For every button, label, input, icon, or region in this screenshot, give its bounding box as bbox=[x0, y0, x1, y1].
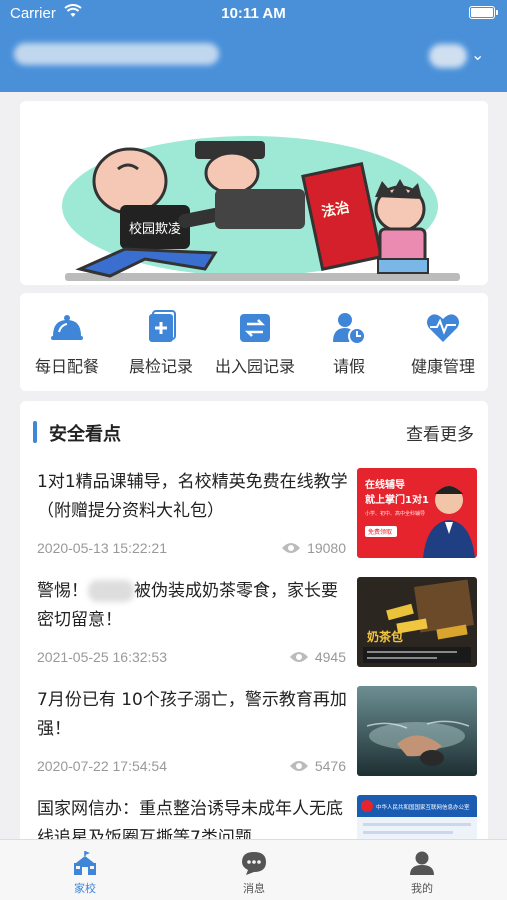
quick-item-meal[interactable]: 每日配餐 bbox=[20, 293, 114, 391]
thumbnail-image: 在线辅导 就上掌门1对1 小学、初中、高中全科辅导 免费领取 bbox=[357, 468, 477, 558]
eye-icon bbox=[289, 761, 308, 771]
news-item-date: 2020-07-22 17:54:54 bbox=[37, 758, 167, 774]
school-name-redacted[interactable] bbox=[14, 43, 219, 65]
thumb-text: 在线辅导 bbox=[365, 478, 405, 491]
news-item[interactable]: 7月份已有 10个孩子溺亡，警示教育再加强！ 2020-07-22 17:54:… bbox=[20, 686, 488, 795]
status-bar: Carrier 10:11 AM bbox=[0, 0, 507, 28]
section-accent-bar bbox=[33, 421, 37, 443]
anti-bullying-illustration: 校园欺凌 法治 bbox=[20, 101, 488, 285]
quick-item-in-out[interactable]: 出入园记录 bbox=[208, 293, 302, 391]
safety-news-section: 安全看点 查看更多 1对1精品课辅导，名校精英免费在线教学（附赠提分资料大礼包）… bbox=[20, 401, 488, 841]
thumbnail-image: 奶茶包 bbox=[357, 577, 477, 667]
news-item-title: 1对1精品课辅导，名校精英免费在线教学（附赠提分资料大礼包） bbox=[37, 472, 348, 521]
health-icon bbox=[427, 314, 459, 342]
tab-profile[interactable]: 我的 bbox=[372, 840, 472, 900]
check-record-icon bbox=[149, 310, 176, 342]
banner-carousel[interactable]: 校园欺凌 法治 bbox=[20, 101, 488, 285]
news-item-title: 国家网信办：重点整治诱导未成年人无底线追星及饭圈互撕等7类问题 bbox=[37, 799, 343, 841]
tab-home-school[interactable]: 家校 bbox=[35, 840, 135, 900]
quick-item-morning-check[interactable]: 晨检记录 bbox=[114, 293, 208, 391]
banner-sign-text: 校园欺凌 bbox=[129, 221, 181, 237]
news-item[interactable]: 1对1精品课辅导，名校精英免费在线教学（附赠提分资料大礼包） 2020-05-1… bbox=[20, 468, 488, 577]
news-item-thumbnail: 奶茶包 bbox=[357, 577, 477, 667]
news-item-view-count: 4945 bbox=[314, 649, 346, 665]
news-item[interactable]: 警惕！ 被伪装成奶茶零食，家长要密切留意！ 2021-05-25 16:32:53… bbox=[20, 577, 488, 686]
redacted-word bbox=[88, 580, 134, 602]
thumb-text: 就上掌门1对1 bbox=[365, 493, 429, 506]
news-item-views: 4945 bbox=[289, 649, 346, 665]
message-icon bbox=[242, 852, 266, 875]
chevron-down-icon: ⌄ bbox=[471, 45, 485, 64]
news-item-date: 2021-05-25 16:32:53 bbox=[37, 649, 167, 665]
class-switch-button[interactable]: ⌄ bbox=[429, 44, 489, 68]
battery-icon bbox=[469, 6, 498, 19]
tab-messages[interactable]: 消息 bbox=[204, 840, 304, 900]
section-title: 安全看点 bbox=[49, 424, 121, 445]
clock: 10:11 AM bbox=[221, 5, 286, 22]
news-item-date: 2020-05-13 15:22:21 bbox=[37, 540, 167, 556]
quick-item-leave[interactable]: 请假 bbox=[302, 293, 396, 391]
quick-item-label: 出入园记录 bbox=[214, 357, 295, 376]
news-item-title: 7月份已有 10个孩子溺亡，警示教育再加强！ bbox=[37, 690, 347, 739]
quick-item-label: 请假 bbox=[332, 357, 365, 376]
news-item-title-prefix: 警惕！ bbox=[37, 581, 88, 601]
news-item-thumbnail: 在线辅导 就上掌门1对1 小学、初中、高中全科辅导 免费领取 bbox=[357, 468, 477, 558]
news-item-title: 警惕！ 被伪装成奶茶零食，家长要密切留意！ bbox=[37, 577, 350, 635]
quick-item-label: 每日配餐 bbox=[34, 357, 99, 376]
leave-icon bbox=[333, 313, 366, 345]
news-item-view-count: 5476 bbox=[314, 758, 346, 774]
thumb-text: 小学、初中、高中全科辅导 bbox=[365, 510, 425, 517]
eye-icon bbox=[289, 652, 308, 662]
quick-item-health[interactable]: 健康管理 bbox=[396, 293, 490, 391]
app-header: Carrier 10:11 AM ⌄ bbox=[0, 0, 507, 92]
eye-icon bbox=[282, 543, 301, 553]
quick-item-label: 晨检记录 bbox=[128, 357, 193, 376]
bottom-tab-bar: 家校 消息 我的 bbox=[0, 839, 507, 900]
tab-label: 消息 bbox=[243, 882, 265, 895]
thumb-text: 奶茶包 bbox=[367, 629, 403, 644]
news-item-thumbnail bbox=[357, 686, 477, 776]
thumb-text: 免费领取 bbox=[368, 528, 392, 536]
meal-icon bbox=[51, 315, 83, 340]
thumbnail-image bbox=[357, 686, 477, 776]
profile-icon bbox=[410, 851, 434, 875]
news-item[interactable]: 国家网信办：重点整治诱导未成年人无底线追星及饭圈互撕等7类问题 中华人民共和国国… bbox=[20, 795, 488, 841]
tab-label: 家校 bbox=[74, 882, 96, 895]
news-item-views: 19080 bbox=[282, 540, 346, 556]
news-item-thumbnail: 中华人民共和国国家互联网信息办公室 bbox=[357, 795, 477, 841]
view-more-link[interactable]: 查看更多 bbox=[406, 420, 474, 445]
thumbnail-image: 中华人民共和国国家互联网信息办公室 bbox=[357, 795, 477, 841]
news-item-view-count: 19080 bbox=[307, 540, 346, 556]
quick-item-label: 健康管理 bbox=[410, 357, 475, 376]
thumb-text: 中华人民共和国国家互联网信息办公室 bbox=[376, 803, 470, 811]
in-out-icon bbox=[240, 314, 270, 342]
news-item-views: 5476 bbox=[289, 758, 346, 774]
tab-label: 我的 bbox=[411, 882, 433, 895]
class-name-redacted bbox=[429, 44, 467, 68]
school-icon bbox=[74, 851, 96, 875]
quick-menu: 每日配餐 晨检记录 出入园记录 请假 健康管理 bbox=[20, 293, 488, 391]
